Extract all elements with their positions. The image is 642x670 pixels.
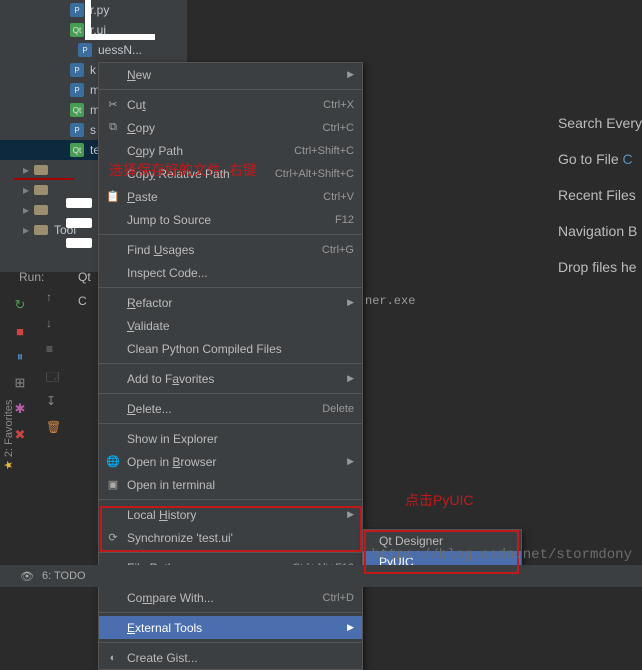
favorites-tool-window-button[interactable]: ★ 2: Favorites: [2, 400, 15, 470]
menu-separator: [99, 612, 362, 613]
menu-inspect-code[interactable]: Inspect Code...: [99, 261, 362, 284]
tree-item[interactable]: PuessN...: [0, 40, 187, 60]
folder-icon: [34, 183, 48, 197]
ui-file-icon: Qt: [70, 143, 84, 157]
menu-separator: [99, 642, 362, 643]
menu-separator: [99, 499, 362, 500]
menu-refactor[interactable]: Refactor▶: [99, 291, 362, 314]
folder-icon: [34, 223, 48, 237]
paste-icon: 📋: [105, 189, 121, 205]
expand-icon[interactable]: ▸: [20, 223, 32, 237]
cut-icon: ✂: [105, 97, 121, 113]
annotation-mark: [66, 218, 92, 228]
run-output-text: ner.exe: [365, 294, 415, 308]
menu-compare-with[interactable]: Compare With...Ctrl+D: [99, 586, 362, 609]
submenu-arrow-icon: ▶: [347, 456, 354, 467]
menu-clean-compiled[interactable]: Clean Python Compiled Files: [99, 337, 362, 360]
link-navigation-bar[interactable]: Navigation B: [558, 223, 642, 239]
up-icon[interactable]: ↑: [46, 290, 61, 316]
submenu-arrow-icon: ▶: [347, 69, 354, 80]
github-icon: ◐: [105, 650, 121, 666]
link-search-everywhere[interactable]: Search Every: [558, 115, 642, 131]
stop-icon[interactable]: ■: [9, 320, 31, 342]
menu-separator: [99, 363, 362, 364]
down-icon[interactable]: ↓: [46, 316, 61, 342]
ui-file-icon: Qt: [70, 103, 84, 117]
annotation-mark: [66, 198, 92, 208]
scroll-icon[interactable]: ↧: [46, 394, 61, 420]
welcome-links: Search Every Go to File C Recent Files N…: [558, 115, 642, 295]
menu-separator: [99, 287, 362, 288]
sync-icon: ⟳: [105, 530, 121, 546]
menu-add-favorites[interactable]: Add to Favorites▶: [99, 367, 362, 390]
menu-external-tools[interactable]: External Tools▶: [99, 616, 362, 639]
python-file-icon: P: [70, 63, 84, 77]
run-output-letter: C: [78, 294, 87, 308]
annotation-text: 点击PyUIC: [405, 490, 473, 510]
submenu-arrow-icon: ▶: [347, 509, 354, 520]
browser-icon: 🌐: [105, 454, 121, 470]
trash-icon[interactable]: 🗑: [46, 420, 61, 446]
folder-icon: [34, 163, 48, 177]
status-bar: 👁 6: TODO: [0, 565, 642, 587]
run-panel-label: Run:: [19, 270, 44, 284]
menu-paste[interactable]: 📋PasteCtrl+V: [99, 185, 362, 208]
menu-open-terminal[interactable]: ▣Open in terminal: [99, 473, 362, 496]
tree-item[interactable]: Pr.py: [0, 0, 187, 20]
menu-synchronize[interactable]: ⟳Synchronize 'test.ui': [99, 526, 362, 549]
link-recent-files[interactable]: Recent Files: [558, 187, 642, 203]
pause-icon[interactable]: ⏸: [9, 346, 31, 368]
expand-icon[interactable]: ▸: [20, 163, 32, 177]
menu-separator: [99, 423, 362, 424]
menu-copy-path[interactable]: Copy PathCtrl+Shift+C: [99, 139, 362, 162]
menu-separator: [99, 552, 362, 553]
menu-show-explorer[interactable]: Show in Explorer: [99, 427, 362, 450]
expand-icon[interactable]: ▸: [20, 203, 32, 217]
run-config-name[interactable]: Qt: [78, 270, 91, 284]
tree-item[interactable]: Qtr.ui: [0, 20, 187, 40]
menu-cut[interactable]: ✂CutCtrl+X: [99, 93, 362, 116]
submenu-arrow-icon: ▶: [347, 373, 354, 384]
eye-icon[interactable]: 👁: [20, 570, 34, 583]
run-toolbar-2: ↑ ↓ ≡ 🗔 ↧ 🗑: [46, 290, 61, 446]
menu-create-gist[interactable]: ◐Create Gist...: [99, 646, 362, 669]
python-file-icon: P: [70, 83, 84, 97]
expand-icon[interactable]: ▸: [20, 183, 32, 197]
python-file-icon: P: [78, 43, 92, 57]
rerun-icon[interactable]: ↻: [9, 294, 31, 316]
todo-tool-button[interactable]: 6: TODO: [42, 570, 86, 582]
hint-drop-files: Drop files he: [558, 259, 642, 275]
dump-icon[interactable]: ⊞: [9, 372, 31, 394]
ui-file-icon: Qt: [70, 23, 84, 37]
python-file-icon: P: [70, 123, 84, 137]
annotation-mark: [66, 238, 92, 248]
menu-delete[interactable]: Delete...Delete: [99, 397, 362, 420]
copy-icon: ⧉: [105, 120, 121, 136]
menu-copy-relative-path[interactable]: Copy Relative PathCtrl+Alt+Shift+C: [99, 162, 362, 185]
folder-icon: [34, 203, 48, 217]
wrap-icon[interactable]: ≡: [46, 342, 61, 368]
menu-jump-to-source[interactable]: Jump to SourceF12: [99, 208, 362, 231]
menu-separator: [99, 89, 362, 90]
submenu-arrow-icon: ▶: [347, 622, 354, 633]
link-goto-file[interactable]: Go to File C: [558, 151, 642, 167]
annotation-arrow: [14, 178, 74, 180]
menu-separator: [99, 234, 362, 235]
menu-separator: [99, 393, 362, 394]
menu-local-history[interactable]: Local History▶: [99, 503, 362, 526]
terminal-icon: ▣: [105, 477, 121, 493]
menu-find-usages[interactable]: Find UsagesCtrl+G: [99, 238, 362, 261]
python-file-icon: P: [70, 3, 84, 17]
menu-validate[interactable]: Validate: [99, 314, 362, 337]
menu-open-browser[interactable]: 🌐Open in Browser▶: [99, 450, 362, 473]
submenu-arrow-icon: ▶: [347, 297, 354, 308]
menu-copy[interactable]: ⧉CopyCtrl+C: [99, 116, 362, 139]
menu-new[interactable]: New▶: [99, 63, 362, 86]
print-icon[interactable]: 🗔: [46, 368, 61, 394]
watermark-text: https://blog.csdn.net/stormdony: [372, 547, 632, 563]
